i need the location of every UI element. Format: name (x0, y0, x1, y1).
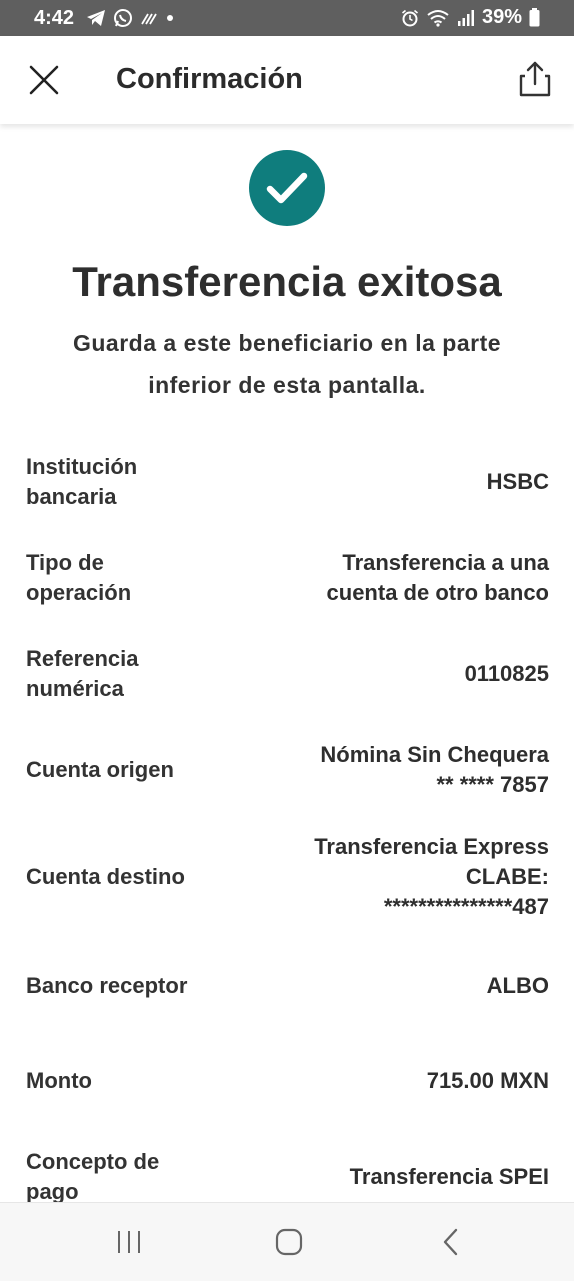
detail-label: Concepto de pago (26, 1147, 236, 1202)
top-app-bar: Confirmación (0, 36, 574, 124)
subtitle-line: inferior de esta pantalla. (148, 372, 426, 398)
detail-value-line: ** **** 7857 (436, 772, 549, 797)
detail-label-line: numérica (26, 676, 124, 701)
detail-row-referencia: Referencia numérica 0110825 (26, 634, 549, 714)
detail-row-institucion: Institución bancaria HSBC (26, 442, 549, 522)
wifi-icon (427, 9, 449, 27)
detail-label-line: Banco receptor (26, 973, 188, 998)
cell-signal-icon (457, 9, 474, 26)
detail-value: Nómina Sin Chequera ** **** 7857 (249, 740, 549, 800)
detail-row-concepto: Concepto de pago Transferencia SPEI (26, 1147, 549, 1202)
recent-apps-icon (118, 1231, 140, 1253)
detail-label: Monto (26, 1066, 236, 1096)
detail-row-cuenta-destino: Cuenta destino Transferencia Express CLA… (26, 827, 549, 927)
success-check-badge (249, 150, 325, 226)
detail-label-line: bancaria (26, 484, 117, 509)
detail-value-line: CLABE: (465, 864, 549, 889)
detail-label: Cuenta origen (26, 755, 236, 785)
detail-label: Cuenta destino (26, 862, 236, 892)
detail-row-tipo-operacion: Tipo de operación Transferencia a una cu… (26, 538, 549, 618)
subtitle-line: Guarda a este beneficiario en la parte (72, 330, 502, 356)
recent-apps-button[interactable] (114, 1227, 144, 1257)
home-button[interactable] (274, 1227, 304, 1257)
detail-value-line: Transferencia Express (314, 834, 549, 859)
detail-value: HSBC (249, 467, 549, 497)
detail-value: Transferencia Express CLABE: ***********… (249, 832, 549, 922)
detail-label: Institución bancaria (26, 452, 236, 512)
detail-value-line: Transferencia SPEI (349, 1164, 549, 1189)
confirmation-content[interactable]: Transferencia exitosa Guarda a este bene… (0, 124, 574, 1202)
success-title: Transferencia exitosa (72, 258, 502, 305)
status-notification-icons (86, 8, 175, 28)
detail-value: 0110825 (249, 659, 549, 689)
telegram-icon (87, 10, 105, 26)
whatsapp-icon (114, 9, 132, 27)
detail-label: Referencia numérica (26, 644, 236, 704)
detail-value-line: ALBO (486, 973, 549, 998)
battery-icon (529, 8, 540, 27)
detail-label-line: Referencia (26, 646, 139, 671)
detail-label-line: Cuenta destino (26, 864, 185, 889)
detail-label-line: Cuenta origen (26, 757, 174, 782)
detail-value: Transferencia a una cuenta de otro banco (249, 548, 549, 608)
detail-label-line: operación (26, 580, 132, 605)
detail-value-line: Transferencia a una (342, 550, 549, 575)
detail-value-line: Nómina Sin Chequera (320, 742, 549, 767)
status-time: 4:42 (34, 7, 75, 29)
close-button[interactable] (26, 62, 62, 98)
alarm-icon (401, 9, 418, 26)
battery-percentage: 39% (481, 6, 522, 28)
close-icon (29, 65, 59, 95)
detail-value-line: cuenta de otro banco (326, 580, 549, 605)
status-system-icons: 39% (401, 6, 540, 29)
detail-value: ALBO (249, 971, 549, 1001)
status-bar: 4:42 39% (0, 0, 574, 36)
detail-label-line: Concepto de (26, 1149, 160, 1174)
home-icon (275, 1228, 303, 1256)
share-button[interactable] (518, 60, 552, 98)
detail-row-banco-receptor: Banco receptor ALBO (26, 956, 549, 1016)
share-icon (519, 61, 551, 97)
back-button[interactable] (436, 1227, 466, 1257)
detail-label-line: Tipo de (26, 550, 104, 575)
back-icon (443, 1228, 458, 1256)
detail-row-monto: Monto 715.00 MXN (26, 1051, 549, 1111)
detail-value-line: ***************487 (383, 894, 549, 919)
detail-label-line: Monto (26, 1068, 92, 1093)
dot-icon (167, 15, 173, 21)
detail-label-line: pago (26, 1179, 79, 1202)
detail-value: 715.00 MXN (249, 1066, 549, 1096)
detail-row-cuenta-origen: Cuenta origen Nómina Sin Chequera ** ***… (26, 730, 549, 810)
detail-value-line: 715.00 MXN (426, 1068, 549, 1093)
detail-value: Transferencia SPEI (249, 1162, 549, 1192)
page-title: Confirmación (116, 63, 303, 95)
detail-label: Tipo de operación (26, 548, 236, 608)
signal-wave-icon (141, 13, 157, 25)
detail-label: Banco receptor (26, 971, 236, 1001)
detail-label-line: Institución (26, 454, 138, 479)
system-nav-bar (0, 1202, 574, 1281)
detail-value-line: 0110825 (464, 661, 549, 686)
check-circle-icon (266, 172, 308, 204)
detail-value-line: HSBC (486, 469, 549, 494)
success-subtitle: Guarda a este beneficiario en la parte i… (40, 322, 534, 406)
